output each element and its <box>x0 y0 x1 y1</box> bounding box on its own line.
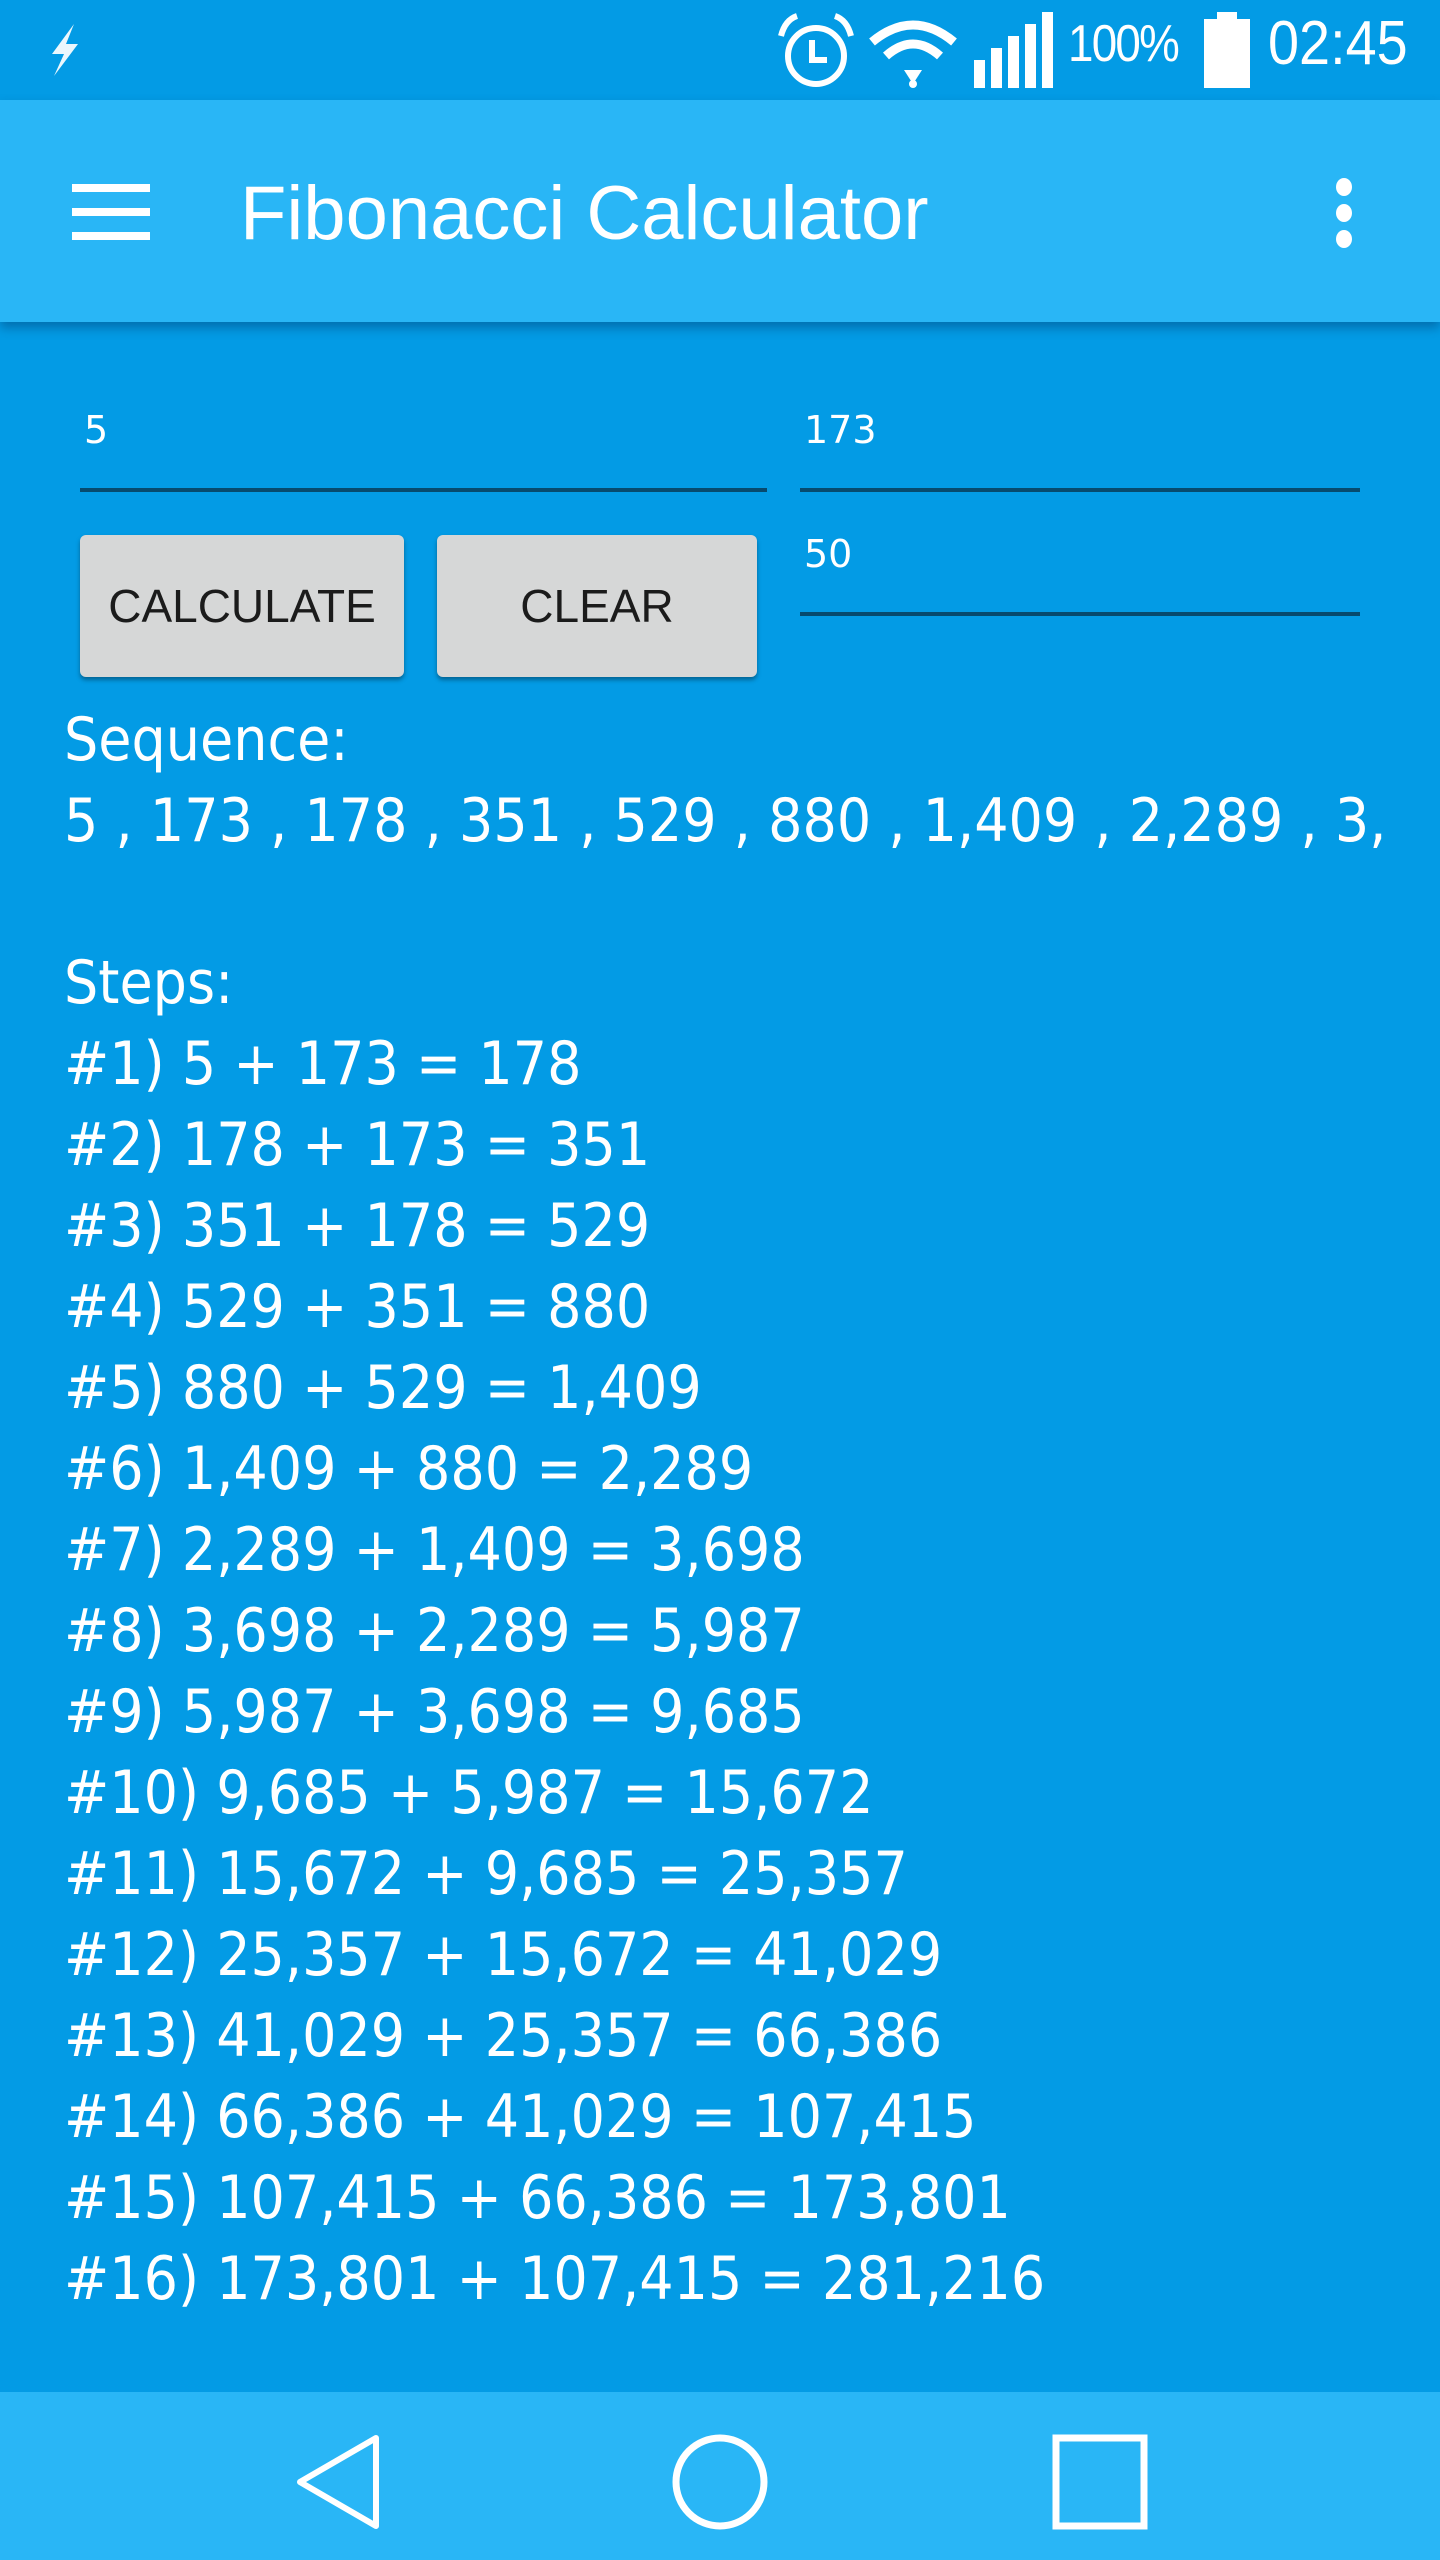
signal-icon <box>974 12 1053 88</box>
step-row: #7) 2,289 + 1,409 = 3,698 <box>64 1515 805 1585</box>
calculate-button[interactable]: CALCULATE <box>80 535 404 677</box>
wifi-icon <box>869 20 957 88</box>
battery-icon <box>1204 12 1250 88</box>
navigation-bar <box>0 2392 1440 2560</box>
home-icon[interactable] <box>670 2432 770 2532</box>
app-bar: Fibonacci Calculator <box>0 100 1440 322</box>
step-row: #14) 66,386 + 41,029 = 107,415 <box>64 2082 977 2152</box>
second-number-input[interactable] <box>804 408 1336 452</box>
step-row: #15) 107,415 + 66,386 = 173,801 <box>64 2163 1011 2233</box>
step-row: #5) 880 + 529 = 1,409 <box>64 1353 702 1423</box>
step-row: #10) 9,685 + 5,987 = 15,672 <box>64 1758 874 1828</box>
recents-icon[interactable] <box>1050 2432 1150 2532</box>
step-row: #12) 25,357 + 15,672 = 41,029 <box>64 1920 943 1990</box>
step-row: #3) 351 + 178 = 529 <box>64 1191 651 1261</box>
battery-percent: 100% <box>1068 15 1180 73</box>
flash-icon <box>52 24 78 76</box>
back-icon[interactable] <box>290 2432 390 2532</box>
app-title: Fibonacci Calculator <box>240 171 929 256</box>
step-row: #13) 41,029 + 25,357 = 66,386 <box>64 2001 943 2071</box>
step-row: #8) 3,698 + 2,289 = 5,987 <box>64 1596 805 1666</box>
status-bar: 100% 02:45 <box>0 0 1440 100</box>
step-row: #16) 173,801 + 107,415 = 281,216 <box>64 2244 1046 2314</box>
step-row: #1) 5 + 173 = 178 <box>64 1029 582 1099</box>
status-clock: 02:45 <box>1268 9 1408 78</box>
clear-button[interactable]: CLEAR <box>437 535 757 677</box>
step-row: #9) 5,987 + 3,698 = 9,685 <box>64 1677 805 1747</box>
alarm-icon <box>778 13 854 87</box>
sequence-label: Sequence: <box>64 705 349 775</box>
step-row: #2) 178 + 173 = 351 <box>64 1110 651 1180</box>
first-number-field[interactable] <box>80 408 767 492</box>
more-vert-icon[interactable] <box>1322 178 1366 248</box>
steps-label: Steps: <box>64 948 234 1018</box>
step-count-field[interactable] <box>800 532 1360 616</box>
hamburger-menu-icon[interactable] <box>72 184 150 240</box>
step-row: #11) 15,672 + 9,685 = 25,357 <box>64 1839 908 1909</box>
results-panel: Sequence: 5 , 173 , 178 , 351 , 529 , 88… <box>64 700 1440 2320</box>
step-row: #4) 529 + 351 = 880 <box>64 1272 651 1342</box>
step-count-input[interactable] <box>804 532 1336 576</box>
second-number-field[interactable] <box>800 408 1360 492</box>
sequence-text: 5 , 173 , 178 , 351 , 529 , 880 , 1,409 … <box>64 786 1387 856</box>
step-row: #6) 1,409 + 880 = 2,289 <box>64 1434 754 1504</box>
first-number-input[interactable] <box>84 408 737 452</box>
